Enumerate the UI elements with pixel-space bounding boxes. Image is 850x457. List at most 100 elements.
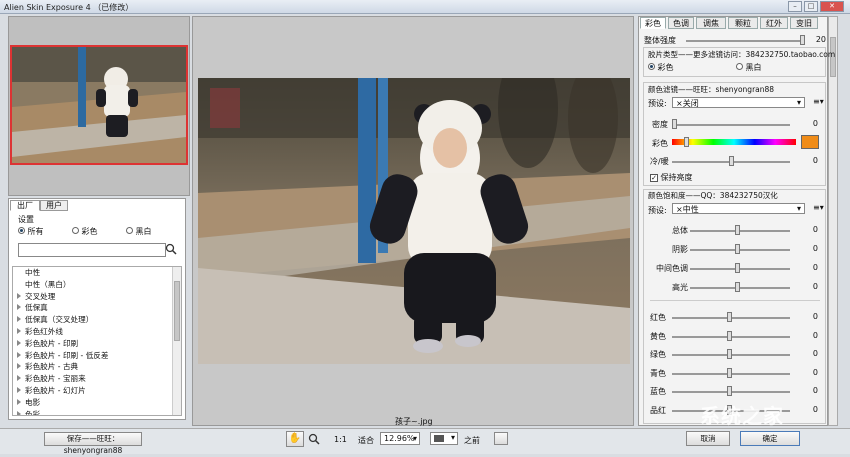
ok-button[interactable]: 确定 [740, 431, 800, 446]
preset-list-item[interactable]: 彩色胶片 - 印刷 - 低反差 [13, 350, 181, 362]
expand-arrow-icon[interactable] [17, 339, 21, 346]
saturation-range-value: 0 [812, 282, 818, 291]
zoom-dropdown[interactable]: 12.96% ▾ [380, 432, 420, 445]
preset-list-item-label: 彩色胶片 - 幻灯片 [25, 385, 86, 395]
menu-icon[interactable]: ≡▾ [813, 203, 824, 212]
preset-list-item[interactable]: 彩色胶片 - 幻灯片 [13, 385, 181, 397]
tab-tone[interactable]: 色调 [668, 17, 694, 29]
saturation-preset-dropdown[interactable]: ×中性 ▾ [672, 203, 805, 214]
zoom-fit[interactable]: 适合 [358, 435, 374, 446]
saturation-range-value: 0 [812, 244, 818, 253]
expand-arrow-icon[interactable] [17, 363, 21, 370]
hand-tool-icon[interactable]: ✋ [286, 431, 304, 447]
window-title: Alien Skin Exposure 4 （已修改） [4, 3, 134, 12]
saturation-range-slider[interactable] [690, 268, 790, 270]
saturation-range-slider[interactable] [690, 287, 790, 289]
preset-list-item[interactable]: 中性（黑白） [13, 279, 181, 291]
navigator-thumbnail[interactable] [10, 45, 188, 165]
expand-arrow-icon[interactable] [17, 316, 21, 323]
expand-arrow-icon[interactable] [17, 398, 21, 405]
scrollbar-thumb[interactable] [174, 281, 180, 341]
preview-photo[interactable] [198, 78, 630, 364]
preset-list-item[interactable]: 中性 [13, 267, 181, 279]
tab-factory[interactable]: 出厂 [10, 200, 40, 211]
preset-list-item[interactable]: 电影 [13, 397, 181, 409]
filter-color[interactable]: 彩色 [72, 226, 98, 237]
saturation-channel-thumb[interactable] [727, 349, 732, 359]
saturation-channel-thumb[interactable] [727, 386, 732, 396]
film-bw-radio[interactable] [736, 63, 743, 70]
saturation-channel-thumb[interactable] [727, 367, 732, 378]
split-view-icon [434, 435, 444, 442]
film-bw-label: 黑白 [745, 63, 762, 72]
tab-infrared[interactable]: 红外 [760, 17, 788, 29]
zoom-icon[interactable] [308, 433, 320, 445]
saturation-range-slider[interactable] [690, 230, 790, 232]
preset-list-item[interactable]: 低保真（交叉处理） [13, 314, 181, 326]
cancel-button[interactable]: 取消 [686, 431, 730, 446]
filter-all-radio[interactable] [18, 227, 25, 234]
hue-thumb[interactable] [684, 137, 689, 147]
color-filter-title: 颜色滤镜——旺旺：shenyongran88 [648, 85, 775, 94]
density-thumb[interactable] [672, 119, 677, 129]
search-icon[interactable] [165, 243, 177, 255]
hue-slider[interactable] [672, 139, 796, 145]
maximize-button[interactable]: □ [804, 1, 818, 12]
preset-search-input[interactable] [18, 243, 166, 257]
tab-focus[interactable]: 调焦 [696, 17, 726, 29]
tab-grain[interactable]: 颗粒 [728, 17, 758, 29]
expand-arrow-icon[interactable] [17, 351, 21, 358]
adjustments-scrollbar[interactable] [828, 16, 838, 426]
compare-icon[interactable] [494, 432, 508, 445]
saturation-range-thumb[interactable] [735, 263, 740, 273]
preset-list-item[interactable]: 彩色红外线 [13, 326, 181, 338]
expand-arrow-icon[interactable] [17, 410, 21, 415]
film-color-radio[interactable] [648, 63, 655, 70]
tab-color[interactable]: 彩色 [640, 17, 666, 29]
expand-arrow-icon[interactable] [17, 292, 21, 299]
saturation-channel-thumb[interactable] [727, 330, 732, 341]
expand-arrow-icon[interactable] [17, 327, 21, 334]
save-preset-button[interactable]: 保存——旺旺：shenyongran88 [44, 432, 142, 455]
preset-list-item[interactable]: 彩色胶片 - 古典 [13, 361, 181, 373]
preset-list-item[interactable]: 低保真 [13, 302, 181, 314]
saturation-range-thumb[interactable] [735, 225, 740, 235]
tab-user[interactable]: 用户 [40, 200, 68, 211]
film-color-option[interactable]: 彩色 [648, 62, 674, 73]
overall-intensity-thumb[interactable] [800, 35, 805, 45]
color-filter-preset-dropdown[interactable]: ×关闭 ▾ [672, 97, 805, 108]
preset-list-item[interactable]: 彩色胶片 - 宝丽来 [13, 373, 181, 385]
density-slider[interactable] [672, 124, 790, 126]
divider [650, 300, 820, 301]
preset-list-item[interactable]: 色彩 [13, 409, 181, 415]
saturation-range-thumb[interactable] [735, 282, 740, 292]
filter-color-radio[interactable] [72, 227, 79, 234]
film-bw-option[interactable]: 黑白 [736, 62, 762, 73]
color-filter-preset-label: 预设: [648, 99, 667, 108]
cool-warm-thumb[interactable] [729, 156, 734, 166]
minimize-button[interactable]: – [788, 1, 802, 12]
close-button[interactable]: ✕ [820, 1, 844, 12]
zoom-1to1[interactable]: 1:1 [334, 435, 347, 444]
tab-aging[interactable]: 变旧 [790, 17, 818, 29]
keep-luminance-checkbox[interactable]: ✓ 保持亮度 [650, 172, 693, 183]
expand-arrow-icon[interactable] [17, 375, 21, 382]
filter-bw-radio[interactable] [126, 227, 133, 234]
saturation-range-slider[interactable] [690, 249, 790, 251]
expand-arrow-icon[interactable] [17, 386, 21, 393]
preset-list-scrollbar[interactable] [172, 267, 181, 415]
saturation-channel-thumb[interactable] [727, 312, 732, 322]
zoom-value: 12.96% [384, 434, 415, 443]
filter-all[interactable]: 所有 [18, 226, 44, 237]
checkmark-icon[interactable]: ✓ [650, 174, 658, 182]
expand-arrow-icon[interactable] [17, 304, 21, 311]
overall-intensity-slider[interactable] [686, 40, 804, 42]
view-mode-dropdown[interactable]: ▾ [430, 432, 458, 445]
preset-list-item[interactable]: 彩色胶片 - 印刷 [13, 338, 181, 350]
filter-bw[interactable]: 黑白 [126, 226, 152, 237]
preset-list-item[interactable]: 交叉处理 [13, 291, 181, 303]
menu-icon[interactable]: ≡▾ [813, 97, 824, 106]
color-swatch[interactable] [801, 135, 819, 149]
saturation-range-thumb[interactable] [735, 244, 740, 254]
saturation-preset-label: 预设: [648, 206, 667, 215]
